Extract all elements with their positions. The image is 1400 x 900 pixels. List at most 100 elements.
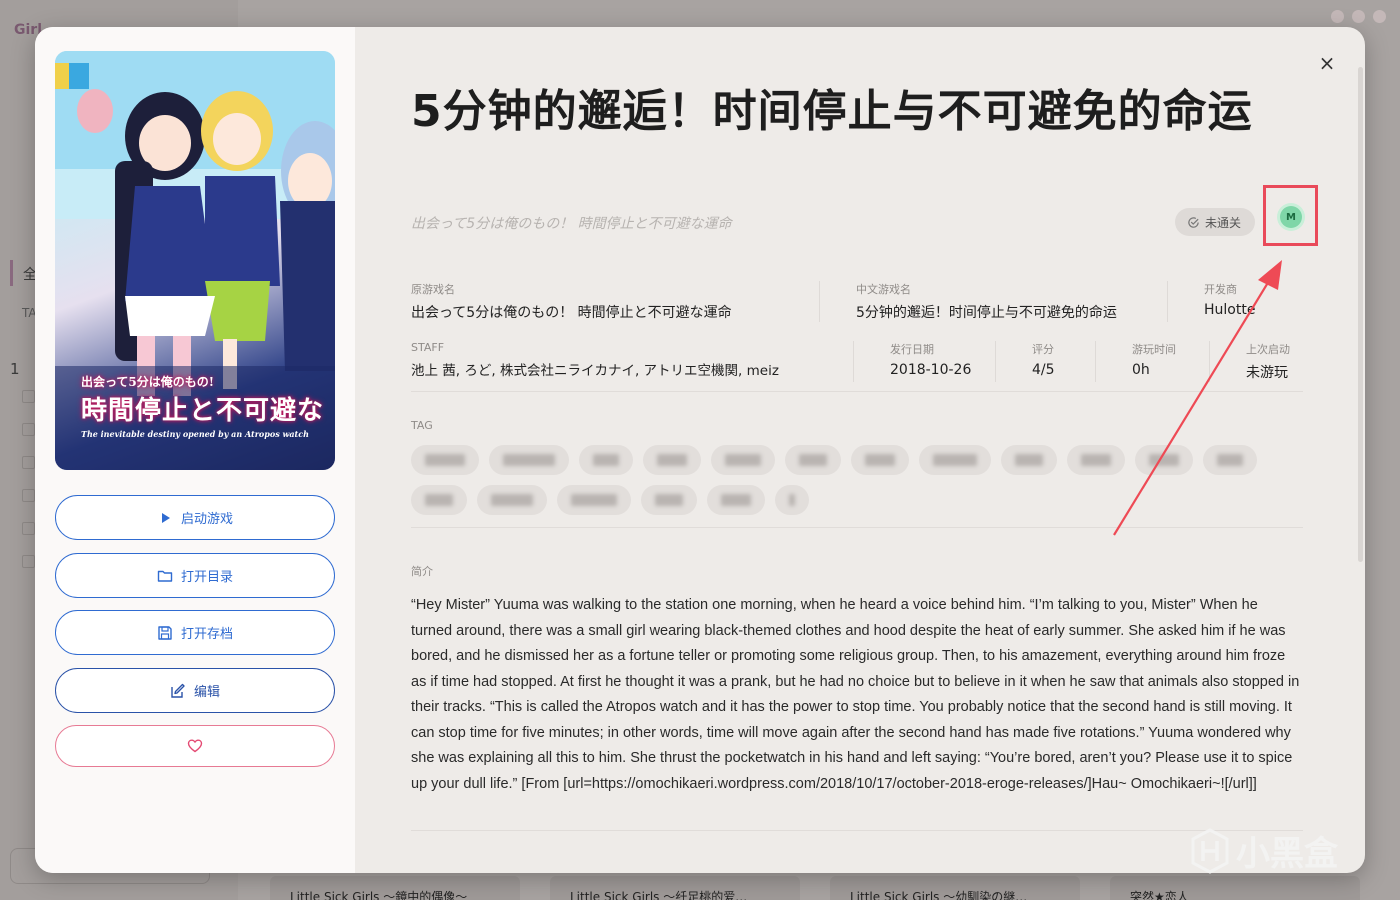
maximize-button[interactable]	[1352, 10, 1365, 23]
tag-chip[interactable]	[1203, 445, 1257, 475]
background-checkbox[interactable]	[22, 555, 35, 568]
info-value: 池上 茜, ろど, 株式会社ニライカナイ, アトリエ空機関, meiz	[411, 363, 779, 379]
clear-status-badge[interactable]: 未通关	[1175, 208, 1256, 236]
info-value: 2018-10-26	[890, 362, 972, 378]
heart-icon	[187, 739, 203, 753]
tag-chip[interactable]	[477, 485, 547, 515]
info-value: 0h	[1132, 362, 1150, 378]
game-original-title: 出会って5分は俺のもの！ 時間停止と不可避な運命	[411, 216, 732, 232]
background-game-card[interactable]: 突然★恋人	[1110, 876, 1360, 900]
launch-game-label: 启动游戏	[180, 512, 233, 527]
tag-chip[interactable]	[851, 445, 909, 475]
info-label: 上次启动	[1246, 343, 1290, 356]
game-cover-image: 出会って5分は俺のもの! 時間停止と不可避な The inevitable de…	[55, 51, 335, 470]
open-save-label: 打开存档	[180, 627, 233, 642]
left-panel: 出会って5分は俺のもの! 時間停止と不可避な The inevitable de…	[35, 27, 355, 873]
info-rating: 评分 4/5	[995, 341, 1095, 382]
highlight-box: M	[1263, 185, 1318, 246]
tag-chip[interactable]	[775, 485, 809, 515]
info-label: STAFF	[411, 341, 445, 354]
check-circle-icon	[1188, 216, 1199, 228]
tag-chip[interactable]	[1067, 445, 1125, 475]
cover-logo-line1: 出会って5分は俺のもの!	[81, 375, 215, 389]
background-checkbox[interactable]	[22, 390, 35, 403]
background-game-card[interactable]: Little Sick Girls ～鏡中的偶像～	[270, 876, 520, 900]
tag-chip[interactable]	[489, 445, 569, 475]
background-page-number: 1	[10, 360, 20, 378]
background-checkbox[interactable]	[22, 489, 35, 502]
info-value: Hulotte	[1204, 302, 1256, 318]
tag-chip[interactable]	[785, 445, 841, 475]
background-checkbox[interactable]	[22, 456, 35, 469]
info-label: 原游戏名	[411, 283, 455, 296]
info-value: 4/5	[1032, 362, 1055, 378]
tag-chip[interactable]	[641, 485, 697, 515]
close-window-button[interactable]	[1373, 10, 1386, 23]
edit-icon	[171, 683, 185, 698]
cover-logo-line3: The inevitable destiny opened by an Atro…	[81, 429, 309, 439]
edit-label: 编辑	[193, 685, 220, 700]
scrollbar[interactable]	[1358, 67, 1363, 562]
info-label: 开发商	[1204, 283, 1237, 296]
clear-status-label: 未通关	[1205, 215, 1242, 230]
watermark: 小黑盒	[1190, 826, 1338, 875]
m-badge-icon[interactable]: M	[1280, 206, 1302, 228]
edit-button[interactable]: 编辑	[55, 668, 335, 713]
tag-chip[interactable]	[919, 445, 991, 475]
background-checkbox[interactable]	[22, 423, 35, 436]
window-controls	[1331, 10, 1386, 23]
tag-chip[interactable]	[1001, 445, 1057, 475]
divider	[411, 527, 1303, 528]
info-row-meta: STAFF 池上 茜, ろど, 株式会社ニライカナイ, アトリエ空機関, mei…	[411, 341, 1313, 382]
game-title: 5分钟的邂逅！时间停止与不可避免的命运	[411, 86, 1253, 137]
info-label: 发行日期	[890, 343, 934, 356]
tag-chip[interactable]	[411, 485, 467, 515]
info-value: 未游玩	[1246, 365, 1288, 381]
right-panel: × 5分钟的邂逅！时间停止与不可避免的命运 出会って5分は俺のもの！ 時間停止と…	[355, 27, 1365, 873]
info-staff: STAFF 池上 茜, ろど, 株式会社ニライカナイ, アトリエ空機関, mei…	[411, 341, 853, 382]
tag-chip[interactable]	[557, 485, 631, 515]
folder-icon	[157, 570, 173, 582]
game-description: “Hey Mister” Yuuma was walking to the st…	[411, 597, 1300, 792]
tag-chip[interactable]	[711, 445, 775, 475]
info-play-time: 游玩时间 0h	[1095, 341, 1209, 382]
open-save-button[interactable]: 打开存档	[55, 610, 335, 655]
open-directory-button[interactable]: 打开目录	[55, 553, 335, 598]
tag-chip[interactable]	[707, 485, 765, 515]
divider	[411, 830, 1303, 831]
background-game-card[interactable]: Little Sick Girls ～幼馴染の継…	[830, 876, 1080, 900]
close-modal-button[interactable]: ×	[1317, 53, 1337, 73]
info-chinese-name: 中文游戏名 5分钟的邂逅！时间停止与不可避免的命运	[819, 281, 1167, 322]
info-label: 游玩时间	[1132, 343, 1176, 356]
save-icon	[158, 625, 172, 640]
tag-chip[interactable]	[579, 445, 633, 475]
tag-chip[interactable]	[411, 445, 479, 475]
game-detail-modal: 出会って5分は俺のもの! 時間停止と不可避な The inevitable de…	[35, 27, 1365, 873]
tag-chip[interactable]	[643, 445, 701, 475]
play-icon	[161, 512, 170, 523]
background-game-card[interactable]: Little Sick Girls ～纤足桃的爱…	[550, 876, 800, 900]
minimize-button[interactable]	[1331, 10, 1344, 23]
tag-chip[interactable]	[1135, 445, 1193, 475]
background-checkbox[interactable]	[22, 522, 35, 535]
info-original-name: 原游戏名 出会って5分は俺のもの！ 時間停止と不可避な運命	[411, 281, 819, 322]
watermark-text: 小黑盒	[1236, 834, 1338, 874]
open-directory-label: 打开目录	[180, 570, 233, 585]
tag-list	[411, 445, 1291, 515]
tag-section-label: TAG	[411, 419, 433, 432]
info-release-date: 发行日期 2018-10-26	[853, 341, 995, 382]
description-section-label: 简介	[411, 565, 433, 578]
info-label: 评分	[1032, 343, 1054, 356]
info-row-names: 原游戏名 出会って5分は俺のもの！ 時間停止と不可避な運命 中文游戏名 5分钟的…	[411, 281, 1307, 322]
info-last-launch: 上次启动 未游玩	[1209, 341, 1313, 382]
info-value: 5分钟的邂逅！时间停止与不可避免的命运	[856, 305, 1117, 321]
cover-logo-line2: 時間停止と不可避な	[81, 396, 325, 426]
info-value: 出会って5分は俺のもの！ 時間停止と不可避な運命	[411, 305, 732, 321]
info-developer: 开发商 Hulotte	[1167, 281, 1307, 322]
launch-game-button[interactable]: 启动游戏	[55, 495, 335, 540]
watermark-logo-icon	[1191, 827, 1229, 874]
cover-logo: 出会って5分は俺のもの! 時間停止と不可避な The inevitable de…	[81, 373, 331, 439]
favorite-button[interactable]	[55, 725, 335, 767]
divider	[411, 391, 1303, 392]
info-label: 中文游戏名	[856, 283, 911, 296]
